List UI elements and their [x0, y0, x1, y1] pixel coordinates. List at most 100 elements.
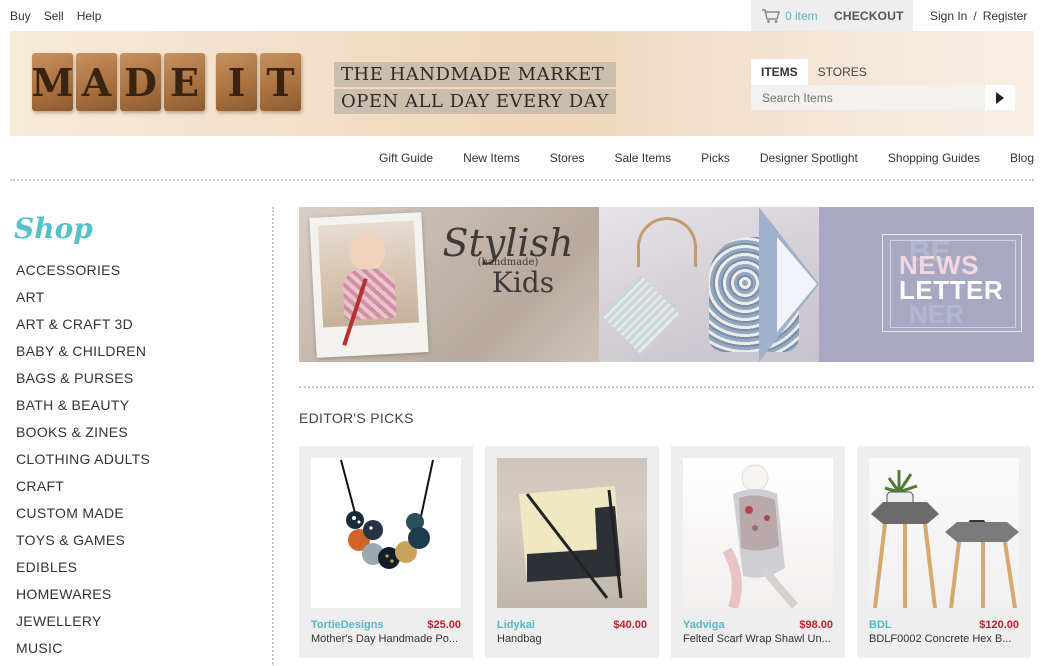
polaroid-photo	[309, 212, 429, 358]
buy-link[interactable]: Buy	[10, 9, 31, 23]
tagline: THE HANDMADE MARKET OPEN ALL DAY EVERY D…	[334, 62, 616, 116]
store-name[interactable]: Yadviga	[683, 619, 725, 631]
nav-picks[interactable]: Picks	[701, 151, 730, 165]
nav-sale-items[interactable]: Sale Items	[614, 151, 671, 165]
logo-block: M	[31, 53, 74, 111]
nav-divider	[10, 179, 1034, 181]
category-custom-made[interactable]: CUSTOM MADE	[16, 505, 150, 532]
main-nav: Gift Guide New Items Stores Sale Items P…	[379, 151, 1034, 165]
category-bags-purses[interactable]: BAGS & PURSES	[16, 370, 150, 397]
product-title[interactable]: Felted Scarf Wrap Shawl Un...	[683, 633, 833, 645]
header-banner: M A D E I T THE HANDMADE MARKET OPEN ALL…	[10, 31, 1034, 136]
search-widget: ITEMS STORES	[751, 59, 1015, 110]
picks-grid: TortieDesigns $25.00 Mother's Day Handma…	[299, 446, 1031, 658]
stylish-kids-promo[interactable]: Stylish (handmade) Kids	[299, 207, 599, 362]
product-image[interactable]	[497, 458, 647, 608]
newsletter-text: NEWS LETTER	[899, 252, 1004, 305]
hero-divider	[299, 386, 1034, 388]
search-input[interactable]	[751, 85, 983, 110]
nav-gift-guide[interactable]: Gift Guide	[379, 151, 433, 165]
nav-designer-spotlight[interactable]: Designer Spotlight	[760, 151, 858, 165]
tab-stores[interactable]: STORES	[808, 59, 877, 85]
pouch-image	[601, 275, 681, 355]
category-baby-children[interactable]: BABY & CHILDREN	[16, 343, 150, 370]
price: $40.00	[613, 619, 647, 631]
scarf-image	[722, 464, 798, 608]
tagline-line-2: OPEN ALL DAY EVERY DAY	[334, 89, 616, 114]
hero-banner: Stylish (handmade) Kids BE NER NEWS LETT…	[299, 207, 1034, 362]
table-image	[871, 470, 1019, 608]
category-toys-games[interactable]: TOYS & GAMES	[16, 532, 150, 559]
stylish-kids-text: Stylish (handmade) Kids	[423, 223, 593, 298]
newsletter-promo[interactable]: BE NER NEWS LETTER	[819, 207, 1034, 362]
shop-heading: Shop	[14, 212, 93, 245]
child-photo	[317, 220, 420, 328]
tab-items[interactable]: ITEMS	[751, 59, 808, 85]
logo-block: E	[164, 53, 205, 111]
cart-box[interactable]: 0 item CHECKOUT	[751, 0, 913, 31]
checkout-button[interactable]: CHECKOUT	[834, 9, 904, 23]
product-image[interactable]	[869, 458, 1019, 608]
nav-blog[interactable]: Blog	[1010, 151, 1034, 165]
sidebar-divider	[272, 207, 274, 666]
play-arrow-icon	[996, 91, 1004, 104]
price: $120.00	[979, 619, 1019, 631]
handbag-image	[519, 486, 623, 599]
product-title[interactable]: Mother's Day Handmade Po...	[311, 633, 461, 645]
product-card[interactable]: Lidykai $40.00 Handbag	[485, 446, 659, 658]
category-homewares[interactable]: HOMEWARES	[16, 586, 150, 613]
product-image[interactable]	[311, 458, 461, 608]
product-collage[interactable]	[599, 207, 819, 362]
category-list: ACCESSORIES ART ART & CRAFT 3D BABY & CH…	[16, 262, 150, 666]
newsletter-line-2: LETTER	[899, 275, 1004, 305]
sell-link[interactable]: Sell	[44, 9, 64, 23]
product-card[interactable]: BDL $120.00 BDLF0002 Concrete Hex B...	[857, 446, 1031, 658]
nav-stores[interactable]: Stores	[550, 151, 585, 165]
search-button[interactable]	[985, 85, 1015, 110]
logo-block: T	[260, 53, 301, 111]
category-craft[interactable]: CRAFT	[16, 478, 150, 505]
cart-icon	[762, 9, 780, 23]
product-title[interactable]: Handbag	[497, 633, 647, 645]
top-nav: Buy Sell Help	[10, 9, 101, 23]
category-clothing-adults[interactable]: CLOTHING ADULTS	[16, 451, 150, 478]
search-tabs: ITEMS STORES	[751, 59, 877, 85]
category-art-craft-3d[interactable]: ART & CRAFT 3D	[16, 316, 150, 343]
price: $25.00	[427, 619, 461, 631]
cart-count[interactable]: 0 item	[785, 9, 818, 23]
category-jewellery[interactable]: JEWELLERY	[16, 613, 150, 640]
product-card[interactable]: Yadviga $98.00 Felted Scarf Wrap Shawl U…	[671, 446, 845, 658]
account-separator: /	[973, 9, 977, 23]
kids-word: Kids	[491, 266, 555, 299]
product-image[interactable]	[683, 458, 833, 608]
account-links: Sign In / Register	[930, 9, 1027, 23]
editors-picks-heading: EDITOR'S PICKS	[299, 410, 414, 426]
made-it-logo[interactable]: M A D E I T	[31, 53, 301, 115]
product-card[interactable]: TortieDesigns $25.00 Mother's Day Handma…	[299, 446, 473, 658]
sign-in-link[interactable]: Sign In	[930, 9, 967, 23]
product-title[interactable]: BDLF0002 Concrete Hex B...	[869, 633, 1019, 645]
category-art[interactable]: ART	[16, 289, 150, 316]
wooden-mobile	[637, 217, 697, 267]
store-name[interactable]: Lidykai	[497, 619, 535, 631]
child-dress	[342, 267, 397, 321]
category-books-zines[interactable]: BOOKS & ZINES	[16, 424, 150, 451]
child-head	[348, 232, 387, 272]
top-bar: Buy Sell Help 0 item CHECKOUT Sign In / …	[0, 0, 1049, 31]
category-accessories[interactable]: ACCESSORIES	[16, 262, 150, 289]
category-music[interactable]: MUSIC	[16, 640, 150, 666]
price: $98.00	[799, 619, 833, 631]
category-bath-beauty[interactable]: BATH & BEAUTY	[16, 397, 150, 424]
nav-shopping-guides[interactable]: Shopping Guides	[888, 151, 980, 165]
tagline-line-1: THE HANDMADE MARKET	[334, 62, 616, 87]
help-link[interactable]: Help	[77, 9, 102, 23]
nav-new-items[interactable]: New Items	[463, 151, 520, 165]
logo-block: D	[120, 53, 161, 111]
store-name[interactable]: TortieDesigns	[311, 619, 384, 631]
logo-block: I	[216, 53, 257, 111]
logo-block: A	[76, 53, 117, 111]
necklace-image	[340, 459, 434, 569]
category-edibles[interactable]: EDIBLES	[16, 559, 150, 586]
store-name[interactable]: BDL	[869, 619, 892, 631]
register-link[interactable]: Register	[983, 9, 1028, 23]
